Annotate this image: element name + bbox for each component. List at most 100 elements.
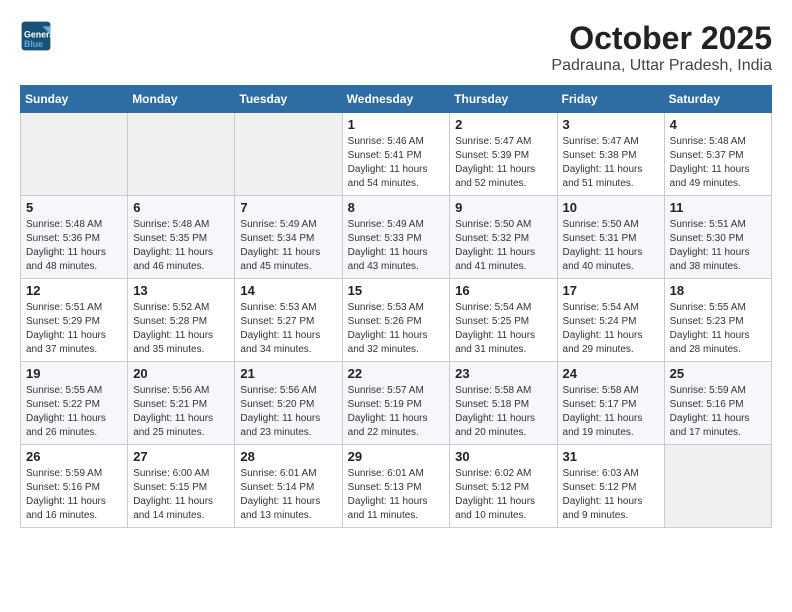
day-number: 4 — [670, 117, 766, 132]
weekday-header-cell: Tuesday — [235, 86, 342, 113]
calendar-week-row: 5Sunrise: 5:48 AM Sunset: 5:36 PM Daylig… — [21, 196, 772, 279]
title-area: October 2025 Padrauna, Uttar Pradesh, In… — [551, 20, 772, 75]
calendar-week-row: 12 Sunrise: 5:51 AM Sunset: 5:29 PM Dayli… — [21, 279, 772, 362]
calendar-week-row: 19 Sunrise: 5:55 AM Sunset: 5:22 PM Dayli… — [21, 362, 772, 445]
location-title: Padrauna, Uttar Pradesh, India — [551, 57, 772, 75]
month-title: October 2025 — [551, 20, 772, 57]
calendar-day-cell: 10Sunrise: 5:50 AM Sunset: 5:31 PM Dayli… — [557, 196, 664, 279]
calendar-day-cell: 11 Sunrise: 5:51 AM Sunset: 5:30 PM Dayli… — [664, 196, 771, 279]
calendar-week-row: 26 Sunrise: 5:59 AM Sunset: 5:16 PM Dayli… — [21, 445, 772, 528]
calendar-day-cell: 26 Sunrise: 5:59 AM Sunset: 5:16 PM Dayli… — [21, 445, 128, 528]
day-info: Sunrise: 5:54 AM Sunset: 5:25 PM Dayligh… — [455, 301, 551, 357]
calendar-day-cell: 30 Sunrise: 6:02 AM Sunset: 5:12 PM Dayli… — [450, 445, 557, 528]
day-info: Sunrise: 5:53 AM Sunset: 5:26 PM Dayligh… — [348, 301, 445, 357]
day-number: 27 — [133, 449, 229, 464]
day-info: Sunrise: 6:01 AM Sunset: 5:13 PM Dayligh… — [348, 467, 445, 523]
calendar-day-cell: 25 Sunrise: 5:59 AM Sunset: 5:16 PM Dayli… — [664, 362, 771, 445]
day-number: 9 — [455, 200, 551, 215]
calendar-day-cell: 12 Sunrise: 5:51 AM Sunset: 5:29 PM Dayli… — [21, 279, 128, 362]
day-number: 22 — [348, 366, 445, 381]
day-info: Sunrise: 5:51 AM Sunset: 5:30 PM Dayligh… — [670, 218, 766, 274]
day-number: 3 — [563, 117, 659, 132]
day-info: Sunrise: 6:02 AM Sunset: 5:12 PM Dayligh… — [455, 467, 551, 523]
calendar-day-cell: 19 Sunrise: 5:55 AM Sunset: 5:22 PM Dayli… — [21, 362, 128, 445]
day-number: 29 — [348, 449, 445, 464]
day-number: 10 — [563, 200, 659, 215]
calendar-day-cell: 7Sunrise: 5:49 AM Sunset: 5:34 PM Daylig… — [235, 196, 342, 279]
calendar-day-cell: 4 Sunrise: 5:48 AM Sunset: 5:37 PM Daylig… — [664, 113, 771, 196]
logo-icon: General Blue — [20, 20, 52, 52]
calendar-body: 1 Sunrise: 5:46 AM Sunset: 5:41 PM Daylig… — [21, 113, 772, 528]
day-info: Sunrise: 5:54 AM Sunset: 5:24 PM Dayligh… — [563, 301, 659, 357]
day-info: Sunrise: 5:48 AM Sunset: 5:35 PM Dayligh… — [133, 218, 229, 274]
day-number: 11 — [670, 200, 766, 215]
weekday-header-row: SundayMondayTuesdayWednesdayThursdayFrid… — [21, 86, 772, 113]
weekday-header-cell: Monday — [128, 86, 235, 113]
calendar-day-cell: 8 Sunrise: 5:49 AM Sunset: 5:33 PM Daylig… — [342, 196, 450, 279]
logo: General Blue — [20, 20, 56, 52]
weekday-header-cell: Sunday — [21, 86, 128, 113]
day-info: Sunrise: 5:47 AM Sunset: 5:39 PM Dayligh… — [455, 135, 551, 191]
calendar-day-cell: 17 Sunrise: 5:54 AM Sunset: 5:24 PM Dayli… — [557, 279, 664, 362]
day-number: 15 — [348, 283, 445, 298]
day-number: 8 — [348, 200, 445, 215]
day-number: 28 — [240, 449, 336, 464]
day-info: Sunrise: 5:46 AM Sunset: 5:41 PM Dayligh… — [348, 135, 445, 191]
day-number: 1 — [348, 117, 445, 132]
day-number: 6 — [133, 200, 229, 215]
day-info: Sunrise: 5:57 AM Sunset: 5:19 PM Dayligh… — [348, 384, 445, 440]
calendar-day-cell: 1 Sunrise: 5:46 AM Sunset: 5:41 PM Daylig… — [342, 113, 450, 196]
calendar-week-row: 1 Sunrise: 5:46 AM Sunset: 5:41 PM Daylig… — [21, 113, 772, 196]
day-info: Sunrise: 5:48 AM Sunset: 5:36 PM Dayligh… — [26, 218, 122, 274]
calendar-day-cell: 3 Sunrise: 5:47 AM Sunset: 5:38 PM Daylig… — [557, 113, 664, 196]
calendar-day-cell: 15 Sunrise: 5:53 AM Sunset: 5:26 PM Dayli… — [342, 279, 450, 362]
day-info: Sunrise: 5:58 AM Sunset: 5:18 PM Dayligh… — [455, 384, 551, 440]
day-info: Sunrise: 6:00 AM Sunset: 5:15 PM Dayligh… — [133, 467, 229, 523]
weekday-header-cell: Friday — [557, 86, 664, 113]
calendar-day-cell: 16 Sunrise: 5:54 AM Sunset: 5:25 PM Dayli… — [450, 279, 557, 362]
weekday-header-cell: Saturday — [664, 86, 771, 113]
day-number: 12 — [26, 283, 122, 298]
day-info: Sunrise: 5:56 AM Sunset: 5:20 PM Dayligh… — [240, 384, 336, 440]
calendar-day-cell: 22 Sunrise: 5:57 AM Sunset: 5:19 PM Dayli… — [342, 362, 450, 445]
day-number: 17 — [563, 283, 659, 298]
day-number: 19 — [26, 366, 122, 381]
svg-text:Blue: Blue — [24, 39, 43, 49]
day-number: 31 — [563, 449, 659, 464]
day-number: 16 — [455, 283, 551, 298]
day-info: Sunrise: 5:56 AM Sunset: 5:21 PM Dayligh… — [133, 384, 229, 440]
calendar-header: General Blue October 2025 Padrauna, Utta… — [20, 20, 772, 75]
day-info: Sunrise: 5:49 AM Sunset: 5:33 PM Dayligh… — [348, 218, 445, 274]
day-number: 30 — [455, 449, 551, 464]
day-info: Sunrise: 5:53 AM Sunset: 5:27 PM Dayligh… — [240, 301, 336, 357]
day-number: 25 — [670, 366, 766, 381]
calendar-day-cell: 31Sunrise: 6:03 AM Sunset: 5:12 PM Dayli… — [557, 445, 664, 528]
calendar-day-cell: 29 Sunrise: 6:01 AM Sunset: 5:13 PM Dayli… — [342, 445, 450, 528]
day-number: 23 — [455, 366, 551, 381]
weekday-header-cell: Thursday — [450, 86, 557, 113]
day-number: 21 — [240, 366, 336, 381]
calendar-day-cell: 20Sunrise: 5:56 AM Sunset: 5:21 PM Dayli… — [128, 362, 235, 445]
day-info: Sunrise: 5:47 AM Sunset: 5:38 PM Dayligh… — [563, 135, 659, 191]
day-number: 13 — [133, 283, 229, 298]
day-info: Sunrise: 5:59 AM Sunset: 5:16 PM Dayligh… — [26, 467, 122, 523]
calendar-day-cell: 27 Sunrise: 6:00 AM Sunset: 5:15 PM Dayli… — [128, 445, 235, 528]
day-number: 7 — [240, 200, 336, 215]
day-info: Sunrise: 5:48 AM Sunset: 5:37 PM Dayligh… — [670, 135, 766, 191]
calendar-day-cell: 5Sunrise: 5:48 AM Sunset: 5:36 PM Daylig… — [21, 196, 128, 279]
calendar-day-cell: 2Sunrise: 5:47 AM Sunset: 5:39 PM Daylig… — [450, 113, 557, 196]
day-number: 14 — [240, 283, 336, 298]
calendar-day-cell — [664, 445, 771, 528]
calendar-day-cell: 23 Sunrise: 5:58 AM Sunset: 5:18 PM Dayli… — [450, 362, 557, 445]
day-number: 26 — [26, 449, 122, 464]
calendar-day-cell: 14 Sunrise: 5:53 AM Sunset: 5:27 PM Dayli… — [235, 279, 342, 362]
calendar-day-cell: 9Sunrise: 5:50 AM Sunset: 5:32 PM Daylig… — [450, 196, 557, 279]
calendar-day-cell: 28Sunrise: 6:01 AM Sunset: 5:14 PM Dayli… — [235, 445, 342, 528]
day-info: Sunrise: 5:59 AM Sunset: 5:16 PM Dayligh… — [670, 384, 766, 440]
day-number: 18 — [670, 283, 766, 298]
day-info: Sunrise: 5:51 AM Sunset: 5:29 PM Dayligh… — [26, 301, 122, 357]
day-info: Sunrise: 5:55 AM Sunset: 5:22 PM Dayligh… — [26, 384, 122, 440]
calendar-day-cell: 13Sunrise: 5:52 AM Sunset: 5:28 PM Dayli… — [128, 279, 235, 362]
weekday-header-cell: Wednesday — [342, 86, 450, 113]
calendar-day-cell: 24Sunrise: 5:58 AM Sunset: 5:17 PM Dayli… — [557, 362, 664, 445]
